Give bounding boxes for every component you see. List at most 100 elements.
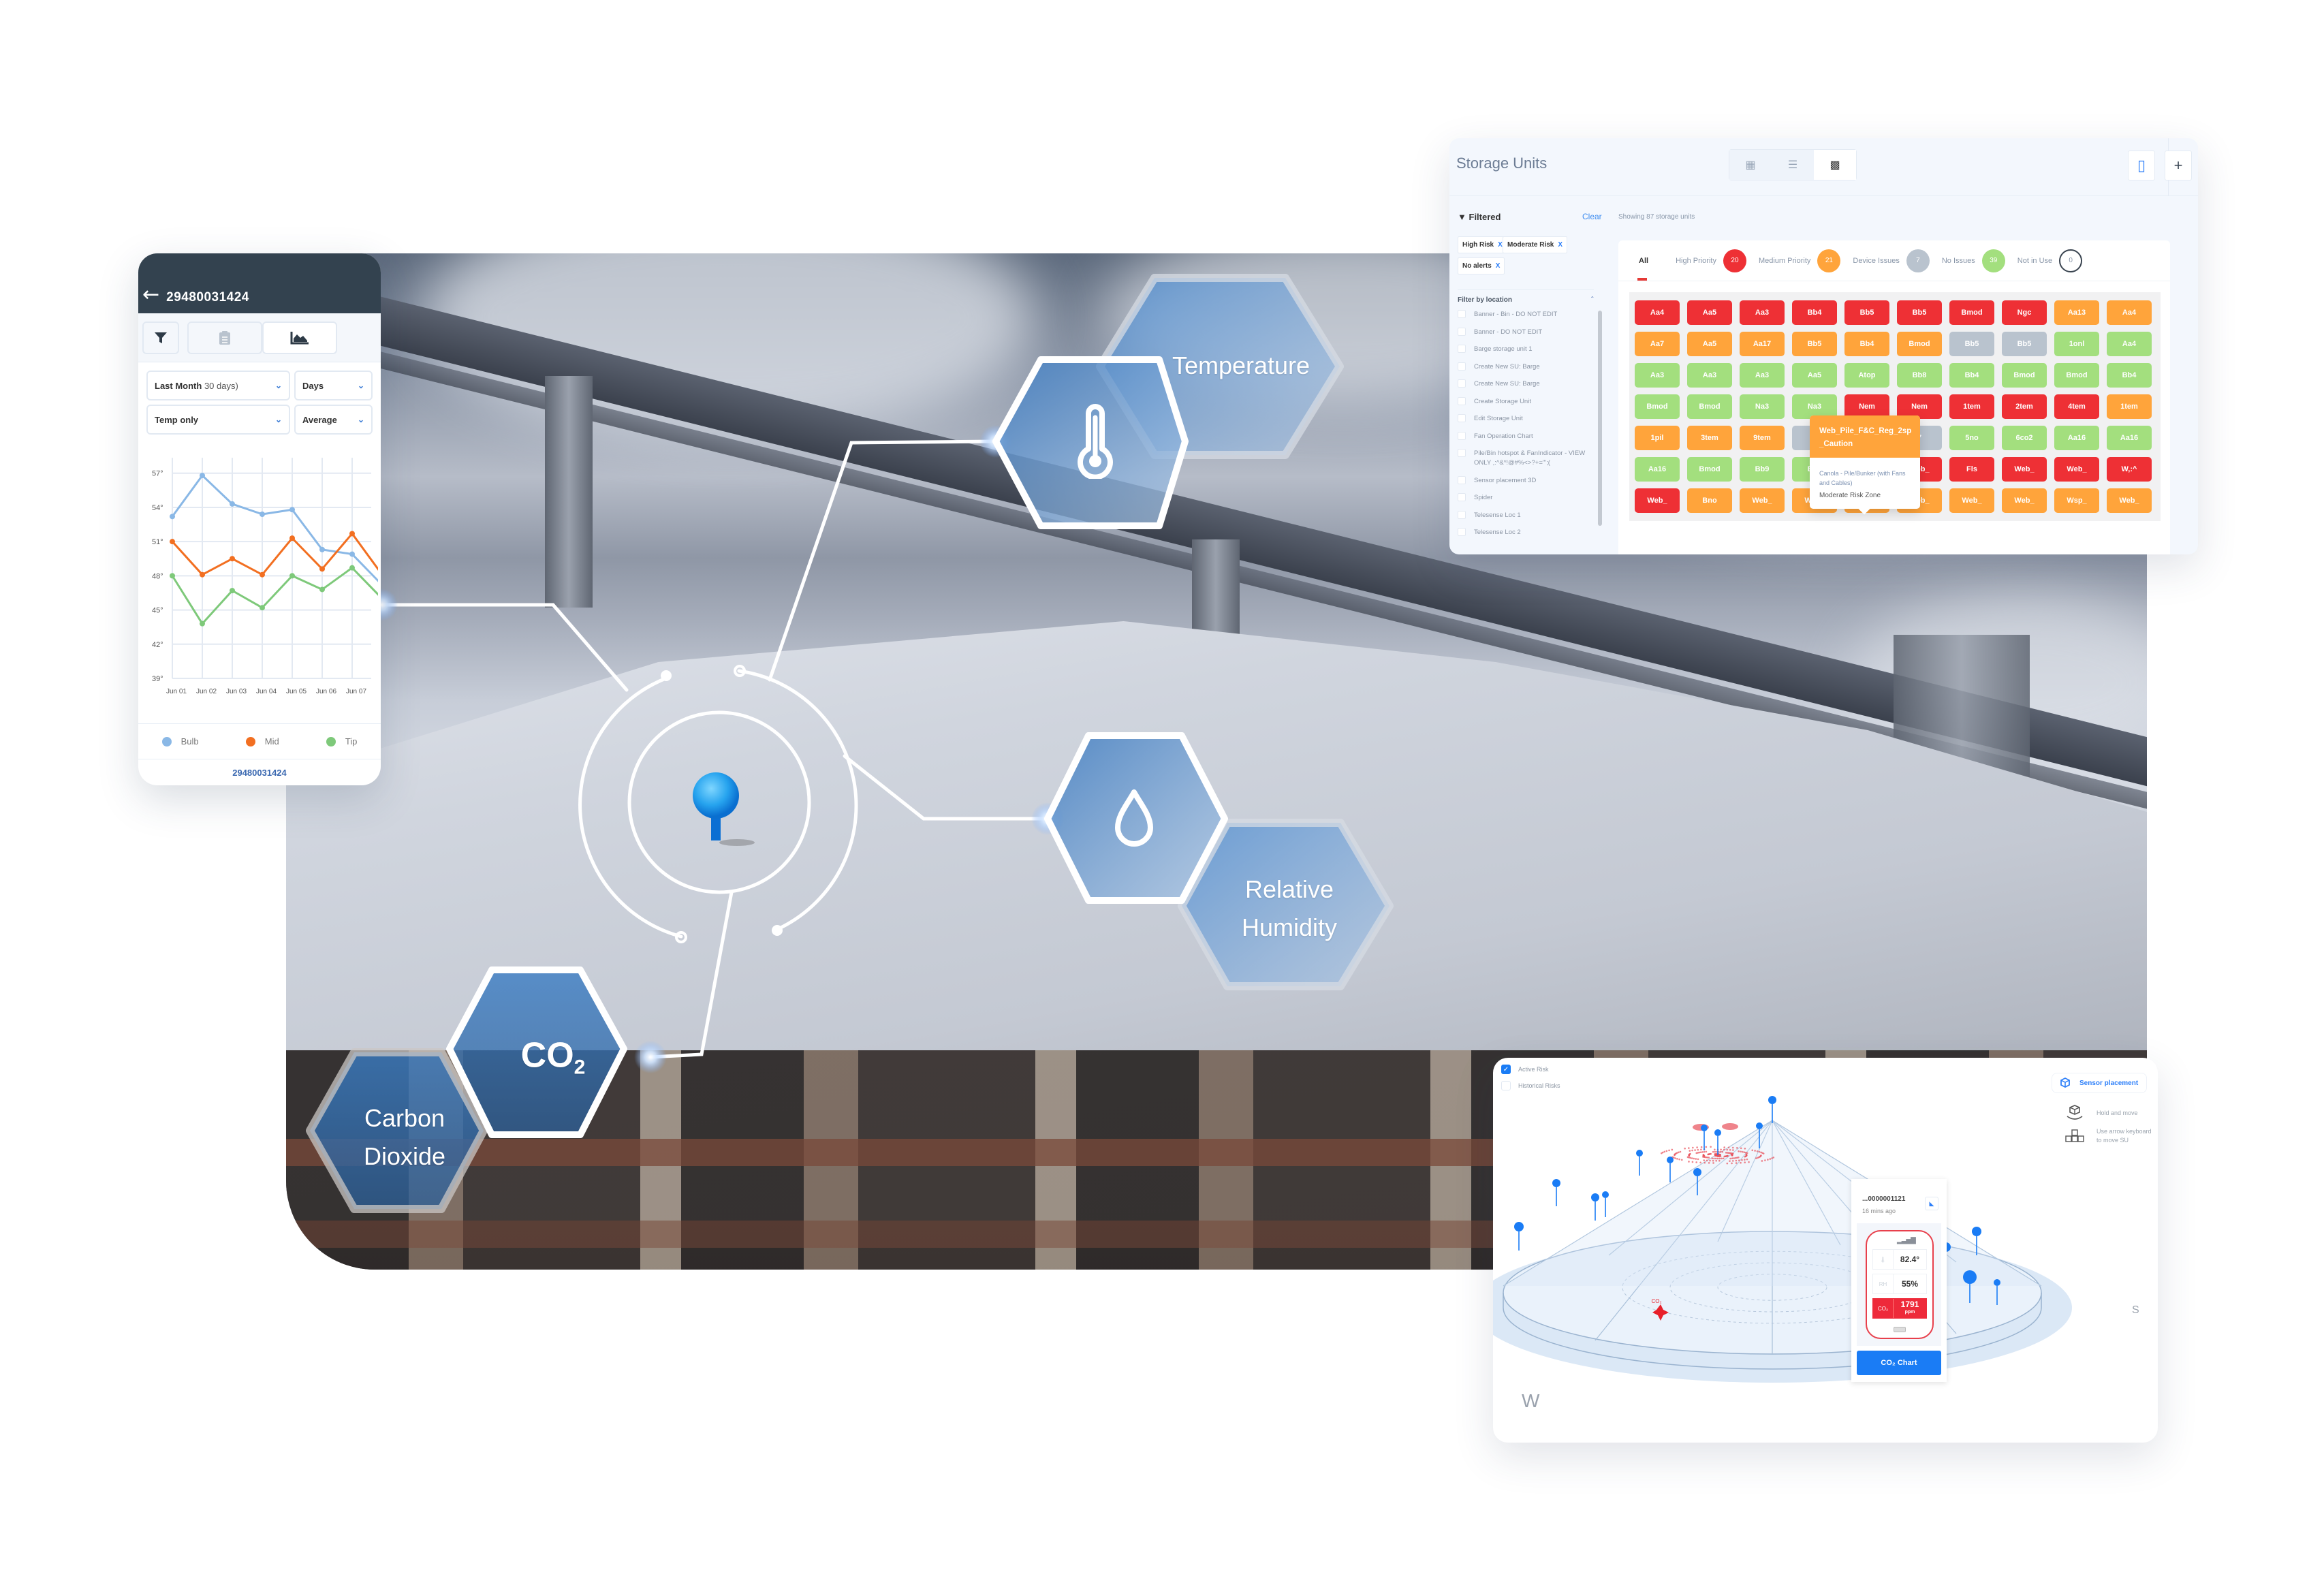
data-point[interactable] xyxy=(289,535,295,541)
storage-unit-tile[interactable]: Aa4 xyxy=(2107,300,2152,325)
data-point[interactable] xyxy=(170,514,175,520)
location-filter-item[interactable]: Edit Storage Unit xyxy=(1458,414,1594,424)
storage-unit-tile[interactable]: Bb4 xyxy=(1792,300,1837,325)
storage-unit-tile[interactable]: Aa3 xyxy=(1740,300,1785,325)
storage-unit-tile[interactable]: Bmod xyxy=(2002,363,2047,388)
storage-unit-tile[interactable]: Aa4 xyxy=(2107,332,2152,356)
status-tab[interactable]: All xyxy=(1639,257,1648,265)
storage-unit-tile[interactable]: Web_ xyxy=(1949,488,1994,513)
storage-unit-tile[interactable]: Web_ xyxy=(2002,457,2047,482)
location-checkbox[interactable] xyxy=(1458,528,1466,536)
storage-unit-tile[interactable]: Ngc xyxy=(2002,300,2047,325)
filter-button[interactable] xyxy=(142,321,179,354)
sensor-pin-icon[interactable] xyxy=(1667,1157,1674,1163)
chevron-up-icon[interactable]: ˆ xyxy=(1591,296,1593,304)
data-point[interactable] xyxy=(230,556,235,562)
arrow-left-icon[interactable]: ← xyxy=(142,285,159,305)
data-point[interactable] xyxy=(200,620,205,627)
location-filter-item[interactable]: Create New SU: Barge xyxy=(1458,362,1594,372)
location-checkbox[interactable] xyxy=(1458,310,1466,318)
storage-unit-tile[interactable]: Aa16 xyxy=(2054,426,2099,450)
sensor-alert-button[interactable]: ▯ xyxy=(2128,151,2155,180)
storage-unit-tile[interactable]: Na3 xyxy=(1740,394,1785,419)
co2-chart-button[interactable]: CO₂ Chart xyxy=(1857,1351,1941,1375)
location-filter-item[interactable]: Create Storage Unit xyxy=(1458,396,1594,407)
location-filter-item[interactable]: Telesense Loc 2 xyxy=(1458,528,1594,537)
location-checkbox[interactable] xyxy=(1458,362,1466,371)
legend-item[interactable]: Mid xyxy=(245,736,279,747)
data-point[interactable] xyxy=(170,539,175,545)
data-point[interactable] xyxy=(349,565,355,571)
grid-small-view-button[interactable]: ▩ xyxy=(1814,150,1856,180)
sensor-pin-icon[interactable] xyxy=(1693,1168,1701,1176)
status-tab[interactable]: Not in Use 0 xyxy=(2017,249,2083,272)
grid-large-view-button[interactable]: ▦ xyxy=(1729,150,1772,180)
location-filter-item[interactable]: Sensor placement 3D xyxy=(1458,475,1594,486)
location-filter-item[interactable]: Telesense Loc 1 xyxy=(1458,510,1594,520)
data-point[interactable] xyxy=(260,571,265,578)
storage-unit-tile[interactable]: Aa3 xyxy=(1740,363,1785,388)
location-filter-item[interactable]: Banner - Bin - DO NOT EDIT xyxy=(1458,310,1594,319)
storage-unit-tile[interactable]: Web_ xyxy=(2054,457,2099,482)
storage-unit-tile[interactable]: Web_ xyxy=(1635,488,1680,513)
location-checkbox[interactable] xyxy=(1458,396,1466,405)
storage-unit-tile[interactable]: 3tem xyxy=(1687,426,1732,450)
pile-3d-model[interactable]: CO₂ xyxy=(1493,1058,2158,1443)
location-checkbox[interactable] xyxy=(1458,345,1466,353)
list-view-button[interactable]: ☰ xyxy=(1772,150,1814,180)
storage-unit-tile[interactable]: Aa5 xyxy=(1687,300,1732,325)
storage-unit-tile[interactable]: Bb5 xyxy=(1897,300,1942,325)
sensor-pin-icon[interactable] xyxy=(1972,1227,1981,1236)
storage-unit-tile[interactable]: Bmod xyxy=(1687,457,1732,482)
storage-unit-tile[interactable]: Web_ xyxy=(1740,488,1785,513)
chart-view-button[interactable] xyxy=(262,321,337,354)
storage-unit-tile[interactable]: Atop xyxy=(1844,363,1889,388)
location-checkbox[interactable] xyxy=(1458,431,1466,440)
sensor-pin-icon[interactable] xyxy=(1636,1150,1643,1157)
status-tab[interactable]: Device Issues 7 xyxy=(1853,249,1930,272)
location-checkbox[interactable] xyxy=(1458,510,1466,519)
storage-unit-tile[interactable]: Bb8 xyxy=(1897,363,1942,388)
location-checkbox[interactable] xyxy=(1458,327,1466,336)
data-point[interactable] xyxy=(349,531,355,537)
location-filter-item[interactable]: Pile/Bin hotspot & FanIndicator - VIEW O… xyxy=(1458,449,1594,468)
data-point[interactable] xyxy=(230,501,235,507)
sensor-pin-icon[interactable] xyxy=(1514,1222,1524,1231)
storage-unit-tile[interactable]: 9tem xyxy=(1740,426,1785,450)
date-range-select[interactable]: Last Month 30 days) ⌄ xyxy=(146,371,290,400)
data-point[interactable] xyxy=(319,546,325,552)
storage-unit-tile[interactable]: 5no xyxy=(1949,426,1994,450)
storage-unit-tile[interactable]: Bmod xyxy=(1635,394,1680,419)
data-point[interactable] xyxy=(319,586,325,593)
storage-unit-tile[interactable]: Bmod xyxy=(1949,300,1994,325)
storage-unit-tile[interactable]: Bmod xyxy=(1897,332,1942,356)
storage-unit-tile[interactable]: Bmod xyxy=(1687,394,1732,419)
storage-unit-tile[interactable]: 1onl xyxy=(2054,332,2099,356)
status-tab[interactable]: Medium Priority 21 xyxy=(1759,249,1841,272)
sensor-pin-icon[interactable] xyxy=(1714,1129,1721,1136)
location-checkbox[interactable] xyxy=(1458,414,1466,422)
storage-unit-tile[interactable]: Fls xyxy=(1949,457,1994,482)
location-checkbox[interactable] xyxy=(1458,493,1466,501)
storage-unit-tile[interactable]: W,:^ xyxy=(2107,457,2152,482)
remove-chip-icon[interactable]: X xyxy=(1498,241,1503,249)
data-point[interactable] xyxy=(200,571,205,578)
location-filter-item[interactable]: Fan Operation Chart xyxy=(1458,431,1594,441)
sensor-pin-icon[interactable] xyxy=(1756,1122,1763,1129)
storage-unit-tile[interactable]: Aa7 xyxy=(1635,332,1680,356)
data-point[interactable] xyxy=(289,573,295,579)
data-point[interactable] xyxy=(260,605,265,611)
aggregate-select[interactable]: Average ⌄ xyxy=(294,405,373,435)
data-point[interactable] xyxy=(260,511,265,517)
storage-unit-tile[interactable]: Aa4 xyxy=(1635,300,1680,325)
data-point[interactable] xyxy=(170,573,175,579)
location-checkbox[interactable] xyxy=(1458,475,1466,484)
sensor-pin-icon[interactable] xyxy=(1552,1179,1560,1187)
storage-unit-tile[interactable]: Bb5 xyxy=(1844,300,1889,325)
data-point[interactable] xyxy=(289,507,295,513)
location-checkbox[interactable] xyxy=(1458,379,1466,388)
legend-item[interactable]: Bulb xyxy=(161,736,199,747)
storage-unit-tile[interactable]: Bb4 xyxy=(1844,332,1889,356)
storage-unit-tile[interactable]: 1tem xyxy=(2107,394,2152,419)
add-storage-unit-button[interactable]: + xyxy=(2165,151,2192,180)
